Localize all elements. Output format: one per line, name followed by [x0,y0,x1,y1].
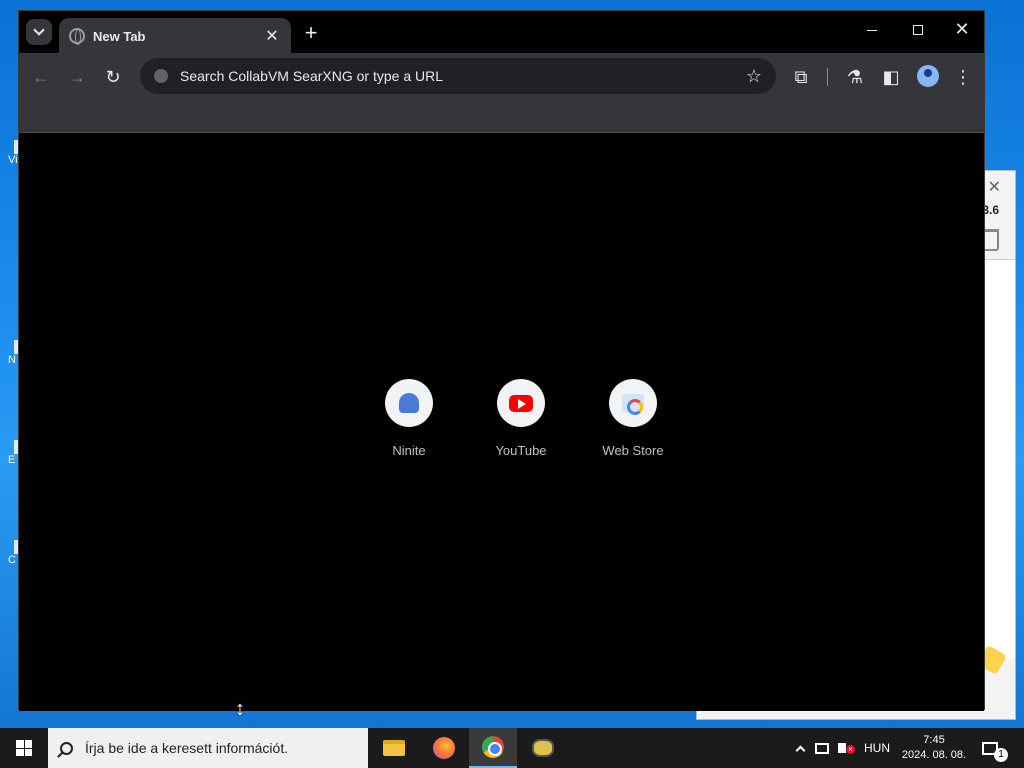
youtube-icon [509,394,533,412]
browser-toolbar: ← → ↻ Search CollabVM SearXNG or type a … [19,53,984,101]
new-tab-page: Ninite YouTube Web Store [19,133,984,711]
file-explorer-icon [383,740,405,756]
notification-icon: 1 [982,741,1008,762]
clock-date: 2024. 08. 08. [901,749,967,761]
taskbar-chrome[interactable] [469,728,517,768]
shortcut-icon-circle [385,379,433,427]
clock-time: 7:45 [923,734,945,746]
bookmarks-bar [19,101,984,133]
shortcut-web-store[interactable]: Web Store [577,379,689,458]
ninite-icon [399,393,419,413]
search-placeholder: Írja be ide a keresett információt. [85,740,289,756]
shortcut-ninite[interactable]: Ninite [353,379,465,458]
web-store-icon [622,394,644,415]
search-engine-icon [154,69,168,83]
globe-icon [69,28,85,45]
start-button[interactable] [0,728,48,768]
new-tab-button[interactable]: + [300,20,322,46]
network-icon [815,742,829,754]
reload-button[interactable]: ↻ [101,65,125,89]
show-hidden-icons-button[interactable] [792,728,808,768]
desktop-icon-label: N [8,354,16,366]
maximize-button[interactable] [895,19,941,40]
windows-logo-icon [16,740,32,756]
tab-new-tab[interactable]: New Tab ✕ [59,18,291,54]
bookmark-star-icon[interactable]: ☆ [746,66,762,87]
shortcut-label: YouTube [495,443,547,458]
network-button[interactable] [815,728,833,768]
tab-close-icon[interactable]: ✕ [263,26,281,46]
chrome-icon [482,736,504,758]
desktop-icon-label: Vi [8,154,18,166]
taskbar-search[interactable]: Írja be ide a keresett információt. [48,728,368,768]
minimize-icon [867,29,877,31]
notification-center-button[interactable]: 1 [982,728,1008,768]
minimize-button[interactable] [849,19,895,40]
tab-title: New Tab [93,28,146,44]
clock[interactable]: 7:45 2024. 08. 08. [898,728,970,768]
desktop-icon-label: E [8,454,16,466]
desktop-icon-label: C [8,554,16,566]
chevron-down-icon [33,24,45,36]
shortcut-tiles: Ninite YouTube Web Store [353,379,689,458]
address-bar[interactable]: Search CollabVM SearXNG or type a URL ☆ [140,58,776,94]
tab-strip: New Tab ✕ + ✕ [19,11,985,54]
taskbar-firefox[interactable] [420,728,468,768]
bee-app-icon [532,739,554,757]
browser-window: New Tab ✕ + ✕ ← → ↻ Search CollabVM Sear… [18,10,985,711]
close-window-button[interactable]: ✕ [939,19,985,40]
shortcut-icon-circle [609,379,657,427]
shortcut-icon-circle [497,379,545,427]
chevron-up-icon [795,745,805,755]
toolbar-divider [827,68,828,86]
shortcut-label: Ninite [392,443,426,458]
labs-flask-icon[interactable]: ⚗ [843,65,867,89]
shortcut-label: Web Store [602,443,664,458]
resize-cursor-icon: ↕ [235,698,245,720]
firefox-icon [433,737,455,759]
maximize-icon [913,25,923,36]
tab-search-button[interactable] [26,19,52,45]
language-indicator[interactable]: HUN [864,728,890,768]
taskbar-file-explorer[interactable] [370,728,418,768]
menu-kebab-icon[interactable]: ⋮ [951,65,975,89]
volume-button[interactable]: × [838,728,858,768]
taskbar: Írja be ide a keresett információt. × HU… [0,728,1024,768]
extensions-puzzle-icon[interactable]: ⧉ [789,65,813,89]
close-icon[interactable]: ✕ [988,177,1001,197]
side-panel-icon[interactable]: ◧ [879,65,903,89]
address-placeholder: Search CollabVM SearXNG or type a URL [180,68,443,84]
forward-button[interactable]: → [65,65,89,89]
back-button[interactable]: ← [29,65,53,89]
notification-count-badge: 1 [994,747,1008,762]
search-icon [60,741,73,755]
taskbar-bee-app[interactable] [519,728,567,768]
shortcut-youtube[interactable]: YouTube [465,379,577,458]
volume-muted-icon: × [838,743,855,754]
profile-avatar[interactable] [917,65,939,87]
